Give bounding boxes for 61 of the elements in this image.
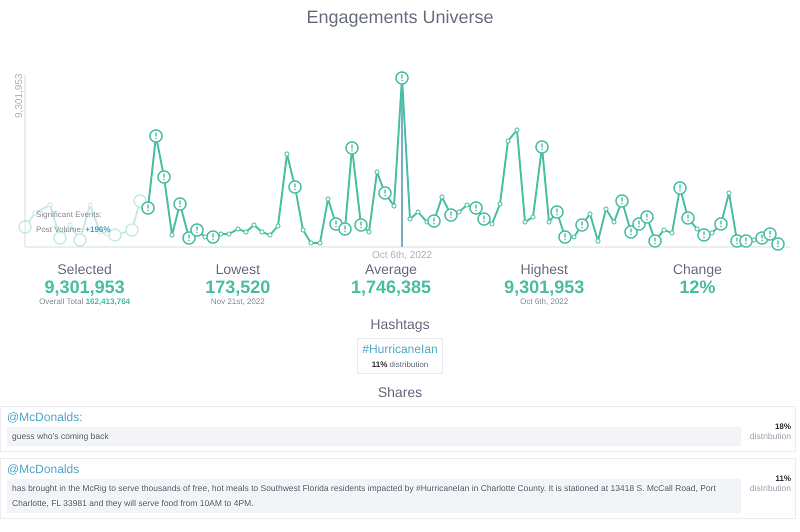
stat-label: Selected — [56, 261, 113, 277]
section-heading: Shares — [376, 384, 424, 400]
stat-note: Overall Total 162,413,764 — [38, 297, 132, 306]
alert-marker-icon[interactable] — [190, 223, 204, 237]
alert-marker-icon[interactable] — [149, 129, 163, 143]
alert-marker-icon[interactable] — [681, 211, 695, 225]
alert-marker-icon[interactable] — [173, 197, 187, 211]
stat-label: Highest — [519, 261, 569, 277]
stat-value: 9,301,953 — [44, 277, 126, 297]
tooltip-text: Post Volume: +196% — [36, 224, 110, 236]
alert-marker-icon[interactable] — [558, 230, 572, 244]
share-author[interactable]: @McDonalds — [7, 462, 741, 476]
chart-title: Engagements Universe — [305, 6, 495, 29]
alert-marker-icon[interactable] — [714, 217, 728, 231]
hashtag-distribution: 11% distribution — [370, 360, 430, 369]
hashtag-name: #HurricaneIan — [362, 342, 438, 356]
stat-label: Change — [672, 261, 723, 277]
alert-marker-icon[interactable] — [575, 218, 589, 232]
stat-value: 173,520 — [204, 277, 272, 297]
stat-note: Oct 6th, 2022 — [519, 297, 570, 306]
alert-marker-icon[interactable] — [535, 140, 549, 154]
stat-label: Lowest — [214, 261, 261, 277]
stat-label: Average — [364, 261, 418, 277]
alert-marker-icon[interactable] — [763, 227, 777, 241]
alert-marker-icon[interactable] — [771, 237, 785, 251]
alert-marker-icon[interactable] — [444, 208, 458, 222]
stat-value: 12% — [678, 277, 716, 297]
alert-marker-icon[interactable] — [739, 234, 753, 248]
alert-marker-icon[interactable] — [141, 201, 155, 215]
section-heading: Hashtags — [369, 316, 431, 332]
alert-marker-icon[interactable] — [395, 71, 409, 85]
alert-marker-icon[interactable] — [640, 210, 654, 224]
hashtag-card[interactable]: #HurricaneIan 11% distribution — [357, 338, 443, 374]
alert-marker-icon[interactable] — [550, 205, 564, 219]
tooltip-title: Significant Events: — [36, 209, 103, 221]
alert-marker-icon[interactable] — [697, 228, 711, 242]
alert-marker-icon[interactable] — [469, 201, 483, 215]
alert-marker-icon[interactable] — [288, 180, 302, 194]
alert-marker-icon[interactable] — [338, 222, 352, 236]
share-percent: 11% — [774, 474, 791, 483]
alert-marker-icon[interactable] — [477, 212, 491, 226]
alert-marker-icon[interactable] — [345, 141, 359, 155]
alert-marker-icon[interactable] — [615, 194, 629, 208]
share-author[interactable]: @McDonalds: — [7, 410, 741, 424]
alert-marker-icon[interactable] — [648, 234, 662, 248]
share-distribution-label: distribution — [748, 431, 791, 441]
alert-marker-icon[interactable] — [378, 186, 392, 200]
share-percent: 18% — [774, 422, 791, 431]
alert-marker-icon[interactable] — [427, 214, 441, 228]
y-axis-label: 9,301,953 — [14, 74, 25, 118]
share-distribution-label: distribution — [748, 483, 791, 493]
share-text: guess who's coming back — [7, 427, 741, 446]
alert-marker-icon[interactable] — [354, 218, 368, 232]
alert-marker-icon[interactable] — [206, 230, 220, 244]
alert-marker-icon[interactable] — [673, 181, 687, 195]
stat-note: Nov 21st, 2022 — [210, 297, 266, 306]
share-text: has brought in the McRig to serve thousands of free, hot meals to Southwest Florida residents impacted by #HurricaneIan in Charlotte County. It is stationed at 13418 S. McCall Road, Port Charlotte, FL 33981 and they will serve food from 10AM to 4PM. — [7, 479, 741, 513]
alert-marker-icon[interactable] — [157, 170, 171, 184]
stat-value: 9,301,953 — [503, 277, 586, 297]
x-axis-label: Oct 6th, 2022 — [372, 250, 432, 260]
stat-value: 1,746,385 — [350, 277, 432, 297]
